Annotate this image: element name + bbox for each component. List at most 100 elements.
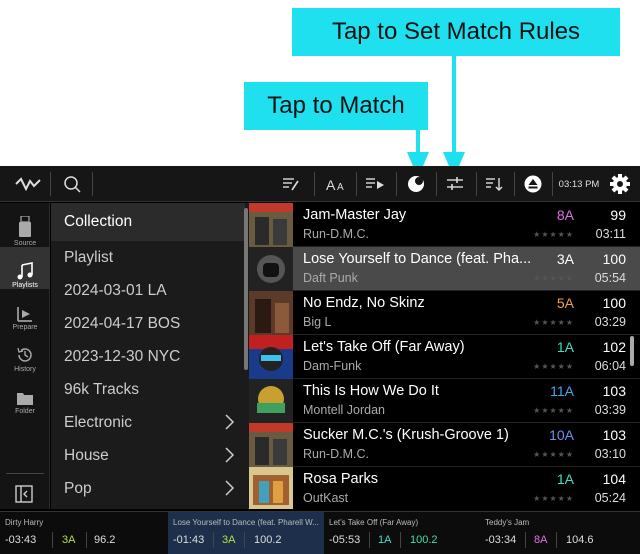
prepare-icon	[17, 307, 32, 322]
nav-item-96k-tracks[interactable]: 96k Tracks	[51, 373, 245, 406]
nav-item-2023-12-30-nyc[interactable]: 2023-12-30 NYC	[51, 340, 245, 373]
album-art	[249, 379, 293, 423]
search-icon[interactable]	[56, 166, 88, 202]
track-artist: Run-D.M.C.	[303, 447, 369, 461]
track-title: Sucker M.C.'s (Krush-Groove 1)	[303, 427, 509, 443]
divider	[52, 532, 53, 548]
divider	[86, 532, 87, 548]
clock: 03:13 PM	[558, 178, 600, 190]
deck-key: 8A	[534, 534, 548, 546]
track-bpm: 104	[602, 471, 626, 487]
deck-track-title: Teddy's Jam	[485, 518, 530, 527]
font-size-icon[interactable]: AA	[322, 166, 352, 202]
nav-item-2024-03-01-la[interactable]: 2024-03-01 LA	[51, 274, 245, 307]
sidebar-item-label: Prepare	[12, 324, 38, 331]
nav-item-2024-04-17-bos[interactable]: 2024-04-17 BOS	[51, 307, 245, 340]
chevron-right-icon	[225, 414, 235, 430]
sort-icon[interactable]	[480, 166, 508, 202]
divider	[525, 532, 526, 548]
playlist-nav-panel: Collection Playlist 2024-03-01 LA 2024-0…	[51, 203, 249, 509]
deck-time: -03:34	[485, 534, 517, 546]
track-row[interactable]: Let's Take Off (Far Away) Dam-Funk 1A 10…	[249, 335, 640, 379]
deck-track-title: Let's Take Off (Far Away)	[329, 518, 419, 527]
rating-stars[interactable]: ★★★★★	[533, 274, 574, 283]
track-key: 1A	[556, 471, 574, 487]
edit-list-icon[interactable]	[276, 166, 306, 202]
svg-text:A: A	[337, 182, 344, 191]
nav-item-label: 2024-03-01 LA	[64, 281, 167, 299]
deck-track-title: Dirty Harry	[5, 518, 44, 527]
nav-item-label: 96k Tracks	[64, 380, 139, 398]
album-art	[249, 335, 293, 379]
track-time: 03:29	[594, 315, 626, 329]
track-title: No Endz, No Skinz	[303, 295, 425, 311]
sidebar-item-history[interactable]: History	[0, 331, 50, 373]
track-artist: Big L	[303, 315, 332, 329]
nav-scrollbar[interactable]	[244, 208, 248, 370]
sidebar-item-label: Source	[13, 240, 37, 247]
track-key: 10A	[549, 427, 574, 443]
add-to-playlist-icon[interactable]	[360, 166, 390, 202]
divider	[369, 532, 370, 548]
sidebar-item-source[interactable]: Source	[0, 205, 50, 247]
match-button[interactable]	[400, 166, 432, 202]
sidebar-divider	[6, 473, 44, 474]
track-title: Lose Yourself to Dance (feat. Pha...	[303, 251, 532, 267]
nav-item-playlist[interactable]: Playlist	[51, 241, 245, 274]
nav-item-pop[interactable]: Pop	[51, 472, 245, 505]
track-bpm: 100	[602, 295, 626, 311]
deck-4[interactable]: Teddy's Jam -03:34 8A 104.6	[480, 512, 636, 554]
track-bpm: 103	[602, 383, 626, 399]
track-row[interactable]: Jam-Master Jay Run-D.M.C. 8A 99 ★★★★★ 03…	[249, 203, 640, 247]
track-time: 05:54	[594, 271, 626, 285]
rating-stars[interactable]: ★★★★★	[533, 406, 574, 415]
rating-stars[interactable]: ★★★★★	[533, 230, 574, 239]
divider	[514, 172, 515, 196]
deck-time: -03:43	[5, 534, 37, 546]
track-row[interactable]: Rosa Parks OutKast 1A 104 ★★★★★ 05:24	[249, 467, 640, 509]
divider	[552, 172, 553, 196]
track-row[interactable]: This Is How We Do It Montell Jordan 11A …	[249, 379, 640, 423]
rating-stars[interactable]: ★★★★★	[533, 494, 574, 503]
deck-bpm: 104.6	[566, 534, 594, 546]
collapse-panel-button[interactable]	[15, 485, 33, 508]
sidebar-item-folder[interactable]: Folder	[0, 373, 50, 415]
match-rules-button[interactable]	[440, 166, 470, 202]
track-bpm: 103	[602, 427, 626, 443]
nav-item-collection[interactable]: Collection	[51, 203, 245, 241]
rating-stars[interactable]: ★★★★★	[533, 450, 574, 459]
track-row[interactable]: No Endz, No Skinz Big L 5A 100 ★★★★★ 03:…	[249, 291, 640, 335]
sidebar-item-label: Playlists	[12, 282, 38, 289]
deck-1[interactable]: Dirty Harry -03:43 3A 96.2	[0, 512, 156, 554]
deck-3[interactable]: Let's Take Off (Far Away) -05:53 1A 100.…	[324, 512, 480, 554]
match-callout: Tap to Match	[244, 82, 428, 130]
deck-track-title: Lose Yourself to Dance (feat. Pharell W.…	[173, 518, 319, 527]
divider	[314, 172, 315, 196]
nav-item-label: House	[64, 446, 109, 464]
eject-icon[interactable]	[518, 166, 548, 202]
chevron-right-icon	[225, 480, 235, 496]
rating-stars[interactable]: ★★★★★	[533, 362, 574, 371]
nav-item-label: 2024-04-17 BOS	[64, 314, 181, 332]
sidebar-item-playlists[interactable]: Playlists	[0, 247, 50, 289]
rating-stars[interactable]: ★★★★★	[533, 318, 574, 327]
divider	[244, 532, 245, 548]
deck-2[interactable]: Lose Yourself to Dance (feat. Pharell W.…	[168, 512, 324, 554]
nav-item-electronic[interactable]: Electronic	[51, 406, 245, 439]
logo-icon[interactable]	[10, 166, 46, 202]
gear-icon[interactable]	[604, 166, 636, 202]
divider	[50, 172, 51, 196]
track-list-scrollbar[interactable]	[630, 336, 634, 366]
album-art	[249, 291, 293, 335]
track-title: Jam-Master Jay	[303, 207, 407, 223]
deck-key: 3A	[222, 534, 236, 546]
chevron-right-icon	[225, 447, 235, 463]
divider	[396, 172, 397, 196]
sidebar-item-prepare[interactable]: Prepare	[0, 289, 50, 331]
folder-icon	[17, 393, 33, 405]
track-time: 03:39	[594, 403, 626, 417]
track-row[interactable]: Sucker M.C.'s (Krush-Groove 1) Run-D.M.C…	[249, 423, 640, 467]
track-row[interactable]: Lose Yourself to Dance (feat. Pha... Daf…	[249, 247, 640, 291]
nav-item-house[interactable]: House	[51, 439, 245, 472]
deck-bpm: 100.2	[410, 534, 438, 546]
